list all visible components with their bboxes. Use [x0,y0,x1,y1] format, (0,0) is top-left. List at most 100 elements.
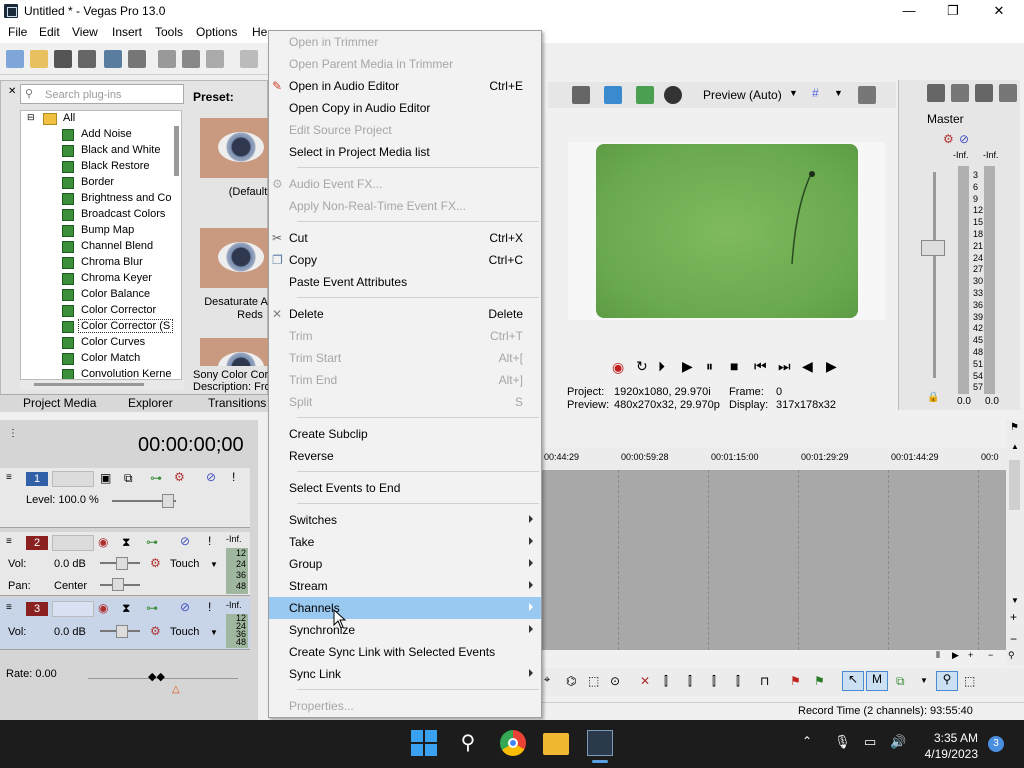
menu-edit[interactable]: Edit [39,25,60,39]
invert-phase-icon[interactable]: ⧗ [122,535,130,550]
plugin-item[interactable]: Broadcast Colors [21,207,181,223]
preview-settings-icon[interactable] [572,86,590,104]
expand-icon[interactable]: ⊶ [150,471,162,485]
open-icon[interactable] [30,50,48,68]
tab-transitions[interactable]: Transitions [208,396,266,410]
chevron-down-icon[interactable]: ▼ [210,560,218,569]
timeline-vertical-scrollbar[interactable]: ⚑ ▲ ▼ + − [1006,420,1024,666]
vegas-taskbar-icon[interactable] [587,730,613,756]
undo-icon[interactable] [240,50,258,68]
menu-item-stream[interactable]: Stream [269,575,541,597]
arm-record-icon[interactable]: ◉ [98,535,108,549]
track-name-field[interactable] [52,471,94,487]
downmix-icon[interactable] [951,84,969,102]
menu-item-group[interactable]: Group [269,553,541,575]
microphone-icon[interactable]: 🎙 [834,734,851,750]
play-icon[interactable]: ▶ [682,358,693,375]
menu-item-copy[interactable]: ❐ Copy Ctrl+C [269,249,541,271]
track-name-field[interactable] [52,601,94,617]
record-icon[interactable]: ◉ [612,359,624,376]
plugin-item[interactable]: Channel Blend [21,239,181,255]
menu-item-take[interactable]: Take [269,531,541,553]
copy-icon[interactable] [182,50,200,68]
trim-end-icon[interactable]: ⫿ [712,674,716,689]
plugin-item[interactable]: Color Balance [21,287,181,303]
menu-tools[interactable]: Tools [155,25,183,39]
panel-grip-icon[interactable]: ⋮ [8,428,18,439]
marker-icon[interactable]: ⚑ [790,674,801,688]
plugin-item[interactable]: Add Noise [21,127,181,143]
split-icon[interactable]: ⫿ [736,674,740,689]
ripple-edit-icon[interactable]: ⧉ [896,674,905,689]
tree-scrollbar-thumb[interactable] [174,126,179,176]
invert-phase-icon[interactable]: ⧗ [122,601,130,616]
track-fx-icon[interactable]: ⚙ [150,556,161,570]
windows-start-icon[interactable] [411,730,437,756]
menu-options[interactable]: Options [196,25,237,39]
menu-item-delete[interactable]: ✕ Delete Delete [269,303,541,325]
menu-item-cut[interactable]: ✂ Cut Ctrl+X [269,227,541,249]
zoom-out-icon[interactable]: − [1010,632,1017,646]
close-button[interactable]: ✕ [976,0,1022,23]
motion-icon[interactable]: ▣ [100,471,111,485]
plugin-item[interactable]: Brightness and Co [21,191,181,207]
delete-icon[interactable]: ✕ [640,674,650,688]
mute-icon[interactable]: ⊘ [180,600,190,614]
automation-mode[interactable]: Touch [170,558,199,570]
tab-explorer[interactable]: Explorer [128,396,173,410]
plugin-item[interactable]: Bump Map [21,223,181,239]
audio-track-3[interactable]: ≡ 3 ◉ ⧗ ⊶ ⊘ ! -Inf. Vol: 0.0 dB ⚙ Touch … [0,598,250,650]
menu-item-sync-link[interactable]: Sync Link [269,663,541,685]
chevron-down-icon[interactable]: ▼ [210,628,218,637]
trim-start-icon[interactable]: ⫿ [688,674,692,689]
menu-item-switches[interactable]: Switches [269,509,541,531]
plugin-item[interactable]: Black Restore [21,159,181,175]
external-monitor-icon[interactable] [604,86,622,104]
grid-icon[interactable]: # [812,86,819,100]
scroll-down-icon[interactable]: ▼ [1011,596,1019,605]
preview-quality-dropdown[interactable]: Preview (Auto) [703,88,782,102]
menu-item-open-in-audio-editor[interactable]: ✎ Open in Audio Editor Ctrl+E [269,75,541,97]
tree-node-all[interactable]: ⊟ All [21,111,181,127]
mute-icon[interactable]: ⊘ [180,534,190,548]
preset-thumbnail[interactable] [200,338,274,366]
menu-item-select-events-to-end[interactable]: Select Events to End [269,477,541,499]
video-track-1[interactable]: ≡ 1 ▣ ⧉ ⊶ ⚙ ⊘ ! Level: 100.0 % [0,468,250,528]
menu-item-open-copy-in-audio-editor[interactable]: Open Copy in Audio Editor [269,97,541,119]
dim-output-icon[interactable] [975,84,993,102]
loop-icon[interactable]: ↻ [636,358,648,375]
snapping-icon[interactable]: ↖ [842,671,864,691]
chrome-icon[interactable] [500,730,526,756]
tab-project-media[interactable]: Project Media [23,396,96,410]
audio-track-2[interactable]: ≡ 2 ◉ ⧗ ⊶ ⊘ ! -Inf. Vol: 0.0 dB ⚙ Touch … [0,532,250,596]
volume-icon[interactable]: 🔊 [890,734,906,750]
lock-icon[interactable]: 🔒 [927,392,939,403]
scroll-grip-icon[interactable]: ⦀ [936,650,940,661]
previous-frame-icon[interactable]: ◀ [802,358,813,375]
normal-edit-tool-icon[interactable]: ⌖ [544,674,550,687]
zoom-in-icon[interactable]: + [968,650,973,660]
cut-icon[interactable] [158,50,176,68]
plugin-item[interactable]: Color Corrector (S [21,319,181,335]
plugin-item[interactable]: Color Corrector [21,303,181,319]
overlay-icon[interactable] [664,86,682,104]
go-to-end-icon[interactable]: ⏭ [778,358,791,375]
plugin-item[interactable]: Black and White [21,143,181,159]
track-fx-icon[interactable]: ⚙ [174,470,185,484]
next-frame-icon[interactable]: ▶ [826,358,837,375]
paste-icon[interactable] [206,50,224,68]
menu-item-create-sync-link-with-selected-events[interactable]: Create Sync Link with Selected Events [269,641,541,663]
menu-file[interactable]: File [8,25,27,39]
rate-slider-handle-icon[interactable]: ◆◆ [148,670,165,683]
insert-bus-icon[interactable] [927,84,945,102]
chevron-down-icon[interactable]: ▼ [920,676,928,685]
plugin-item[interactable]: Color Curves [21,335,181,351]
zoom-out-icon[interactable]: − [988,650,993,660]
play-from-start-icon[interactable]: ⏵ [658,358,665,375]
plugin-item[interactable]: Chroma Blur [21,255,181,271]
trim-icon[interactable]: ⫿ [664,674,668,689]
auto-crossfade-icon[interactable]: M [866,671,888,691]
scrollbar-thumb[interactable] [1009,460,1020,510]
menu-item-synchronize[interactable]: Synchronize [269,619,541,641]
track-fx-icon[interactable]: ⚙ [150,624,161,638]
